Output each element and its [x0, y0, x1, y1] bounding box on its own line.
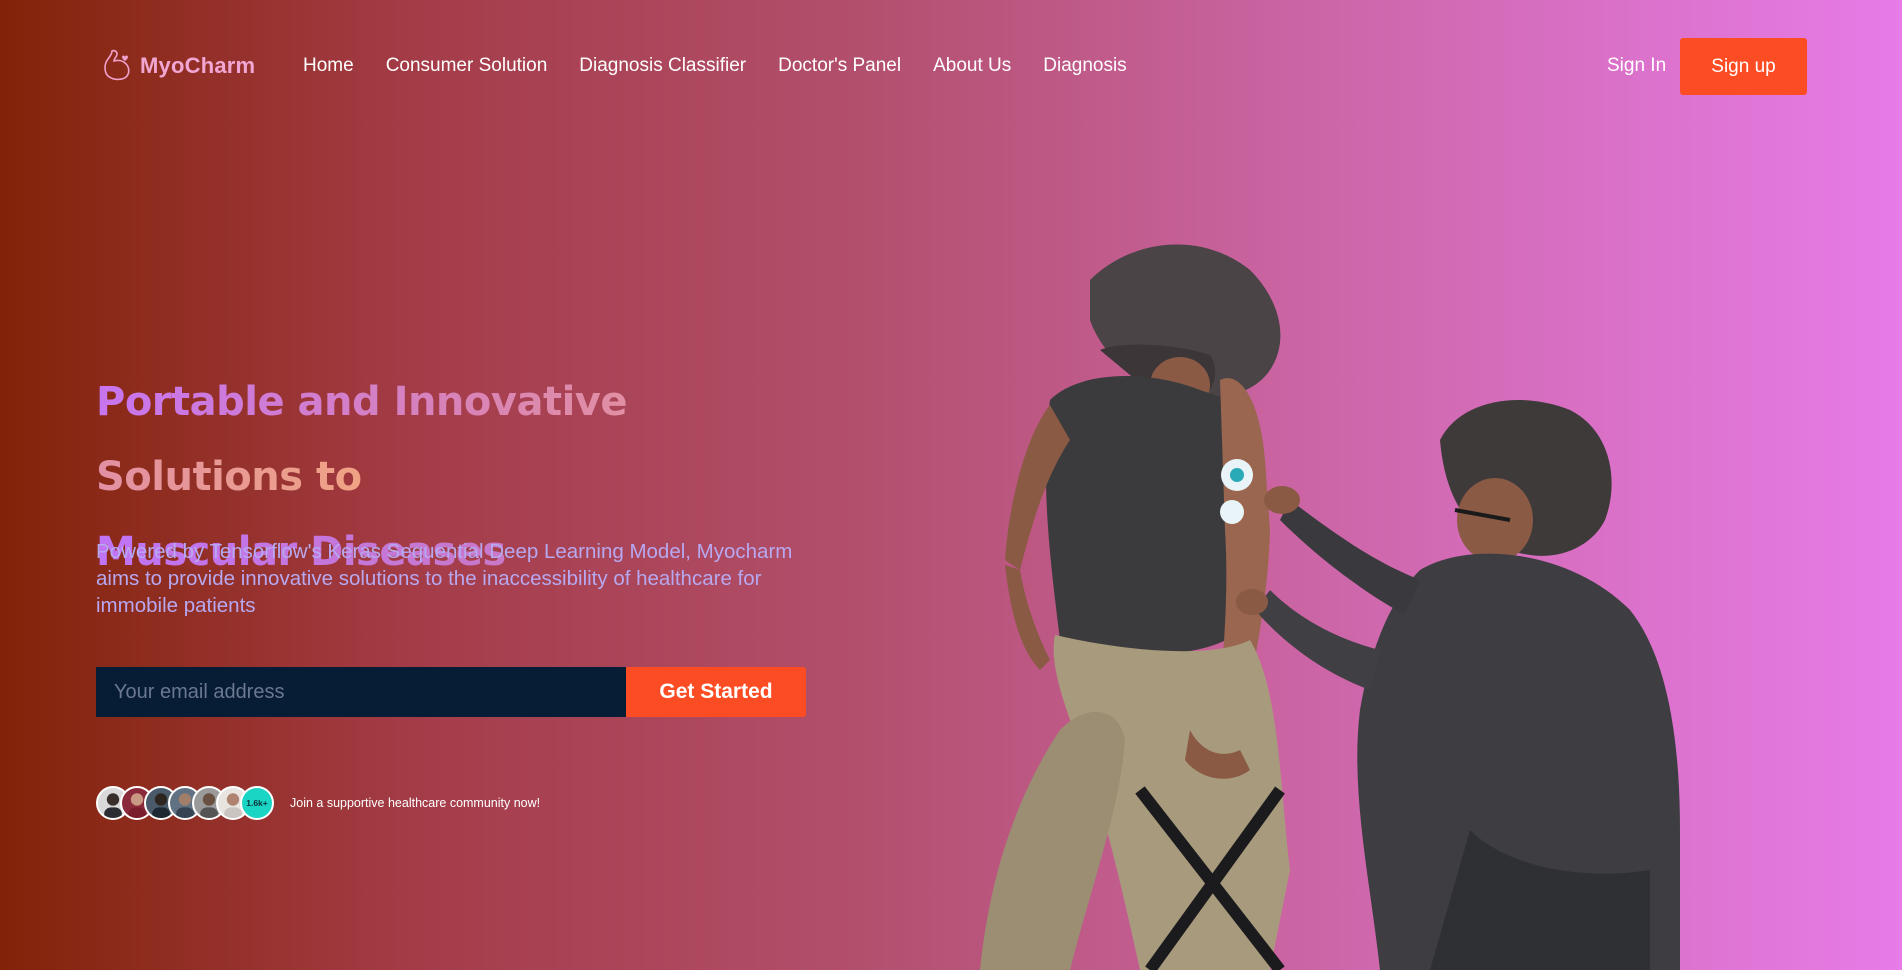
brand-logo[interactable]: MyoCharm	[100, 46, 255, 86]
avatar-stack: 1.6k+	[96, 786, 274, 820]
headline-line-1: Portable and Innovative Solutions to	[96, 379, 627, 500]
main-menu: Home Consumer Solution Diagnosis Classif…	[303, 55, 1127, 77]
community-text: Join a supportive healthcare community n…	[290, 796, 541, 810]
sign-in-link[interactable]: Sign In	[1607, 55, 1666, 77]
hero-photo-emg-sensor-application	[980, 244, 1680, 970]
nav-home[interactable]: Home	[303, 55, 354, 77]
nav-doctors-panel[interactable]: Doctor's Panel	[778, 55, 901, 77]
top-navbar: MyoCharm Home Consumer Solution Diagnosi…	[0, 0, 1902, 135]
nav-diagnosis-classifier[interactable]: Diagnosis Classifier	[579, 55, 746, 77]
community-callout: 1.6k+ Join a supportive healthcare commu…	[96, 786, 540, 820]
flexed-arm-heart-icon	[104, 49, 130, 81]
brand-name: MyoCharm	[140, 53, 256, 78]
get-started-button[interactable]: Get Started	[626, 667, 806, 717]
hero-description: Powered by Tensorflow's Keras Sequential…	[96, 540, 793, 617]
email-input[interactable]	[96, 667, 626, 717]
signup-form: Get Started	[96, 667, 806, 717]
community-count-badge: 1.6k+	[240, 786, 274, 820]
nav-consumer-solution[interactable]: Consumer Solution	[386, 55, 548, 77]
sign-up-button[interactable]: Sign up	[1680, 38, 1807, 95]
nav-about-us[interactable]: About Us	[933, 55, 1011, 77]
nav-diagnosis[interactable]: Diagnosis	[1043, 55, 1126, 77]
